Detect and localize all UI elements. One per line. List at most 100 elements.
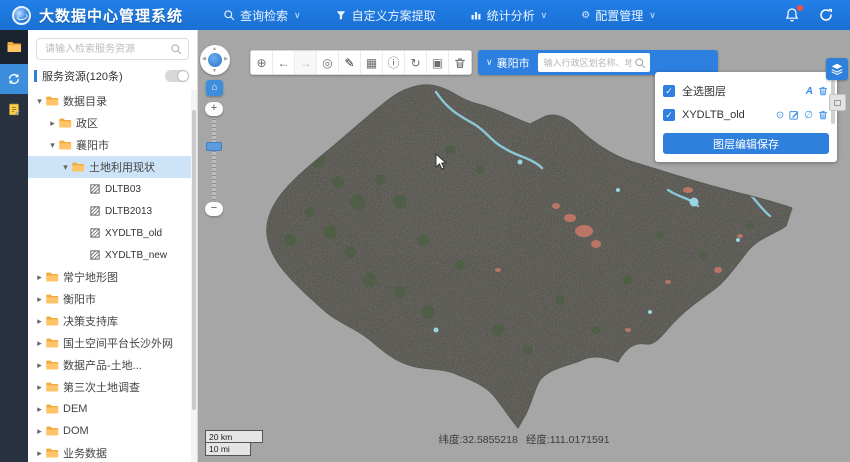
layer-file-icon <box>89 249 101 261</box>
expand-arrow-icon[interactable]: ▸ <box>34 404 45 415</box>
zoom-slider-handle[interactable] <box>206 142 222 151</box>
layer-file-icon <box>89 205 101 217</box>
expand-arrow-icon[interactable]: ▸ <box>47 118 58 129</box>
expand-arrow-icon[interactable]: ▸ <box>34 426 45 437</box>
tree-item[interactable]: ▸ 第三次土地调查 <box>28 376 197 398</box>
tree-item-icon <box>45 358 59 372</box>
rail-tasks-button[interactable] <box>0 94 28 124</box>
folder-icon <box>45 314 59 328</box>
compass-knob[interactable] <box>208 53 222 67</box>
tree-item[interactable]: ▸ DEM <box>28 398 197 420</box>
tree-item[interactable]: ▸ DOM <box>28 420 197 442</box>
expand-arrow-icon[interactable]: ▾ <box>60 162 71 173</box>
expand-arrow-icon[interactable]: ▾ <box>47 140 58 151</box>
rail-catalog-button[interactable] <box>0 30 28 64</box>
city-selector-dropdown[interactable]: ∨ 襄阳市 <box>478 55 538 71</box>
locate-button[interactable]: ◎ <box>317 51 339 74</box>
trash-icon[interactable] <box>817 85 829 97</box>
expand-arrow-icon[interactable]: ▸ <box>34 382 45 393</box>
expand-arrow-icon[interactable]: ▸ <box>34 360 45 371</box>
tree-item-label: XYDLTB_old <box>105 228 162 239</box>
map-search-input[interactable] <box>542 57 634 69</box>
pan-west-icon[interactable]: ◀ <box>202 56 206 62</box>
pan-south-icon[interactable]: ▼ <box>212 68 217 74</box>
save-layer-edits-button[interactable]: 图层编辑保存 <box>663 133 829 154</box>
header-actions <box>784 7 850 23</box>
tree-item-label: DLTB2013 <box>105 206 152 217</box>
zoom-out-button[interactable]: − <box>205 202 223 216</box>
folder-icon <box>45 270 59 284</box>
tree-item-icon <box>45 94 59 108</box>
map-canvas[interactable]: ▲ ▼ ◀ ▶ ⌂ + − ⊕←→◎✎▦ⓘ↻▣ ∨ 襄阳市 ✓ <box>198 30 850 462</box>
hide-layer-icon[interactable]: ∅ <box>804 110 813 121</box>
rename-icon[interactable]: A <box>806 86 813 97</box>
tree-item[interactable]: DLTB03 <box>28 178 197 200</box>
expand-arrow-icon[interactable]: ▸ <box>34 338 45 349</box>
clear-button[interactable] <box>449 51 471 74</box>
nav-statistics[interactable]: 统计分析 ∨ <box>470 7 548 24</box>
expand-arrow-icon[interactable]: ▸ <box>34 448 45 459</box>
tree-item-icon <box>45 292 59 306</box>
back-button[interactable]: ← <box>273 51 295 74</box>
compass-control[interactable]: ▲ ▼ ◀ ▶ <box>200 45 230 75</box>
tree-item[interactable]: ▾ 土地利用现状 <box>28 156 197 178</box>
app-title: 大数据中心管理系统 <box>39 5 183 26</box>
resource-search-input[interactable] <box>43 43 170 56</box>
tree-item-icon <box>58 116 72 130</box>
forward-button[interactable]: → <box>295 51 317 74</box>
tree-item[interactable]: ▾ 数据目录 <box>28 90 197 112</box>
edit-layer-icon[interactable] <box>788 109 800 121</box>
scrollbar-thumb[interactable] <box>192 110 196 410</box>
zoom-slider-rail[interactable] <box>212 118 216 200</box>
tree-item[interactable]: ▸ 衡阳市 <box>28 288 197 310</box>
clipboard-icon <box>7 102 21 116</box>
tree-item-label: 政区 <box>76 115 98 131</box>
overview-map-button[interactable] <box>829 94 846 111</box>
expand-arrow-icon[interactable]: ▸ <box>34 316 45 327</box>
logout-icon[interactable] <box>818 7 834 23</box>
expand-arrow-icon[interactable]: ▸ <box>34 272 45 283</box>
tree-item[interactable]: ▾ 襄阳市 <box>28 134 197 156</box>
basemap-globe-button[interactable]: ⊕ <box>251 51 273 74</box>
tree-item[interactable]: DLTB2013 <box>28 200 197 222</box>
select-all-layers-row: ✓ 全选图层 A <box>663 79 829 103</box>
trash-icon[interactable] <box>817 109 829 121</box>
identify-button[interactable]: ⓘ <box>383 51 405 74</box>
resource-toggle[interactable] <box>165 70 189 82</box>
screenshot-button[interactable]: ▣ <box>427 51 449 74</box>
layers-toggle-button[interactable] <box>826 58 848 80</box>
select-all-checkbox[interactable]: ✓ <box>663 85 675 97</box>
nav-query-search[interactable]: 查询检索 ∨ <box>223 7 301 24</box>
expand-arrow-icon[interactable]: ▾ <box>34 96 45 107</box>
split-screen-button[interactable]: ▦ <box>361 51 383 74</box>
tree-item[interactable]: ▸ 国土空间平台长沙外网 <box>28 332 197 354</box>
zoom-in-button[interactable]: + <box>205 102 223 116</box>
tree-item[interactable]: ▸ 常宁地形图 <box>28 266 197 288</box>
rail-sync-button[interactable] <box>0 64 28 94</box>
draw-measure-button[interactable]: ✎ <box>339 51 361 74</box>
nav-custom-extract[interactable]: 自定义方案提取 <box>335 7 436 24</box>
tree-item-label: 决策支持库 <box>63 313 118 329</box>
tree-item[interactable]: ▸ 决策支持库 <box>28 310 197 332</box>
sidebar-scrollbar[interactable] <box>191 90 197 462</box>
zoom-to-layer-icon[interactable]: ⊙ <box>776 110 784 121</box>
tree-item[interactable]: ▸ 业务数据 <box>28 442 197 462</box>
tree-item-icon <box>45 270 59 284</box>
app-logo-icon <box>12 6 31 25</box>
tree-item[interactable]: ▸ 数据产品-土地... <box>28 354 197 376</box>
folder-icon <box>45 336 59 350</box>
pan-north-icon[interactable]: ▲ <box>212 46 217 52</box>
catalog-tree: ▾ 数据目录 ▸ 政区 ▾ 襄阳市 ▾ 土地利用现状 DLTB03 DLTB20… <box>28 88 197 462</box>
expand-arrow-icon[interactable]: ▸ <box>34 294 45 305</box>
notifications-button[interactable] <box>784 7 800 23</box>
tree-item-label: 土地利用现状 <box>89 159 155 175</box>
nav-config[interactable]: ⚙ 配置管理 ∨ <box>581 7 656 24</box>
tree-item[interactable]: XYDLTB_old <box>28 222 197 244</box>
layer-checkbox[interactable]: ✓ <box>663 109 675 121</box>
notification-badge <box>797 5 803 11</box>
tree-item[interactable]: XYDLTB_new <box>28 244 197 266</box>
refresh-button[interactable]: ↻ <box>405 51 427 74</box>
home-view-button[interactable]: ⌂ <box>206 80 223 96</box>
pan-east-icon[interactable]: ▶ <box>224 56 228 62</box>
tree-item[interactable]: ▸ 政区 <box>28 112 197 134</box>
